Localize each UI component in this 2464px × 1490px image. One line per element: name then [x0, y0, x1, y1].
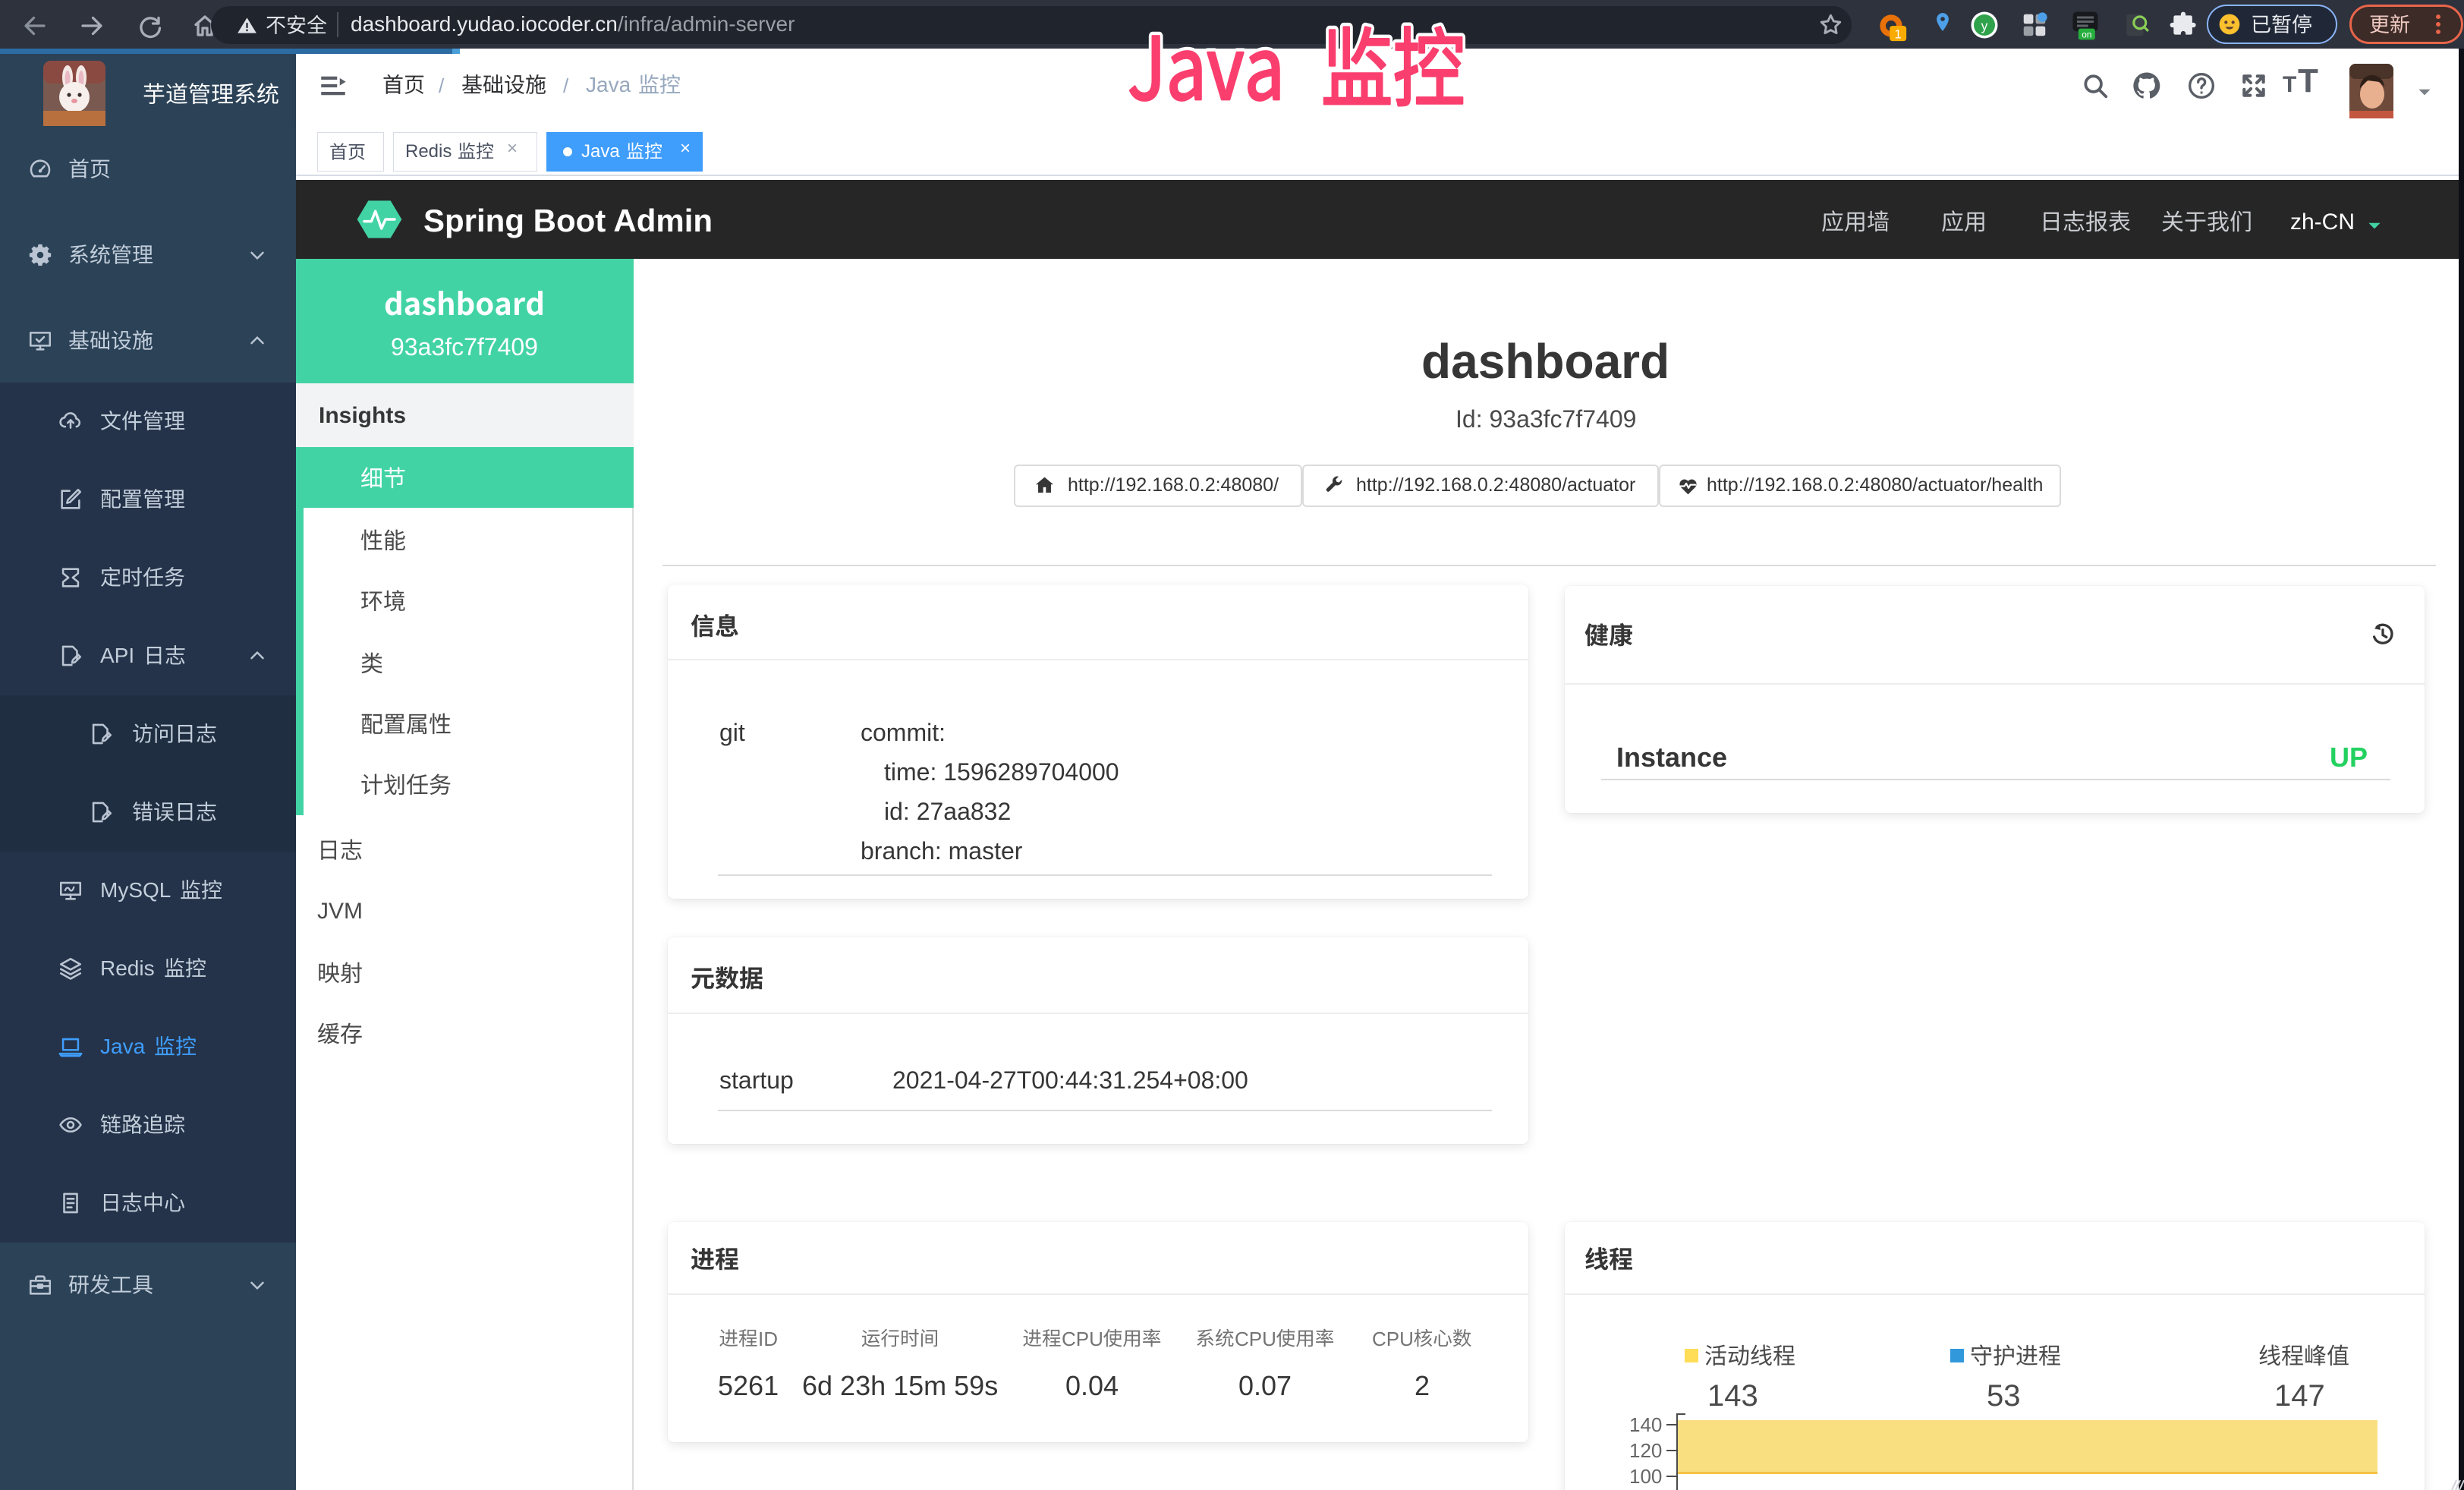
svg-text:on: on [2082, 30, 2091, 40]
svg-text:y: y [1981, 18, 1988, 33]
svg-text:1: 1 [1895, 28, 1902, 42]
